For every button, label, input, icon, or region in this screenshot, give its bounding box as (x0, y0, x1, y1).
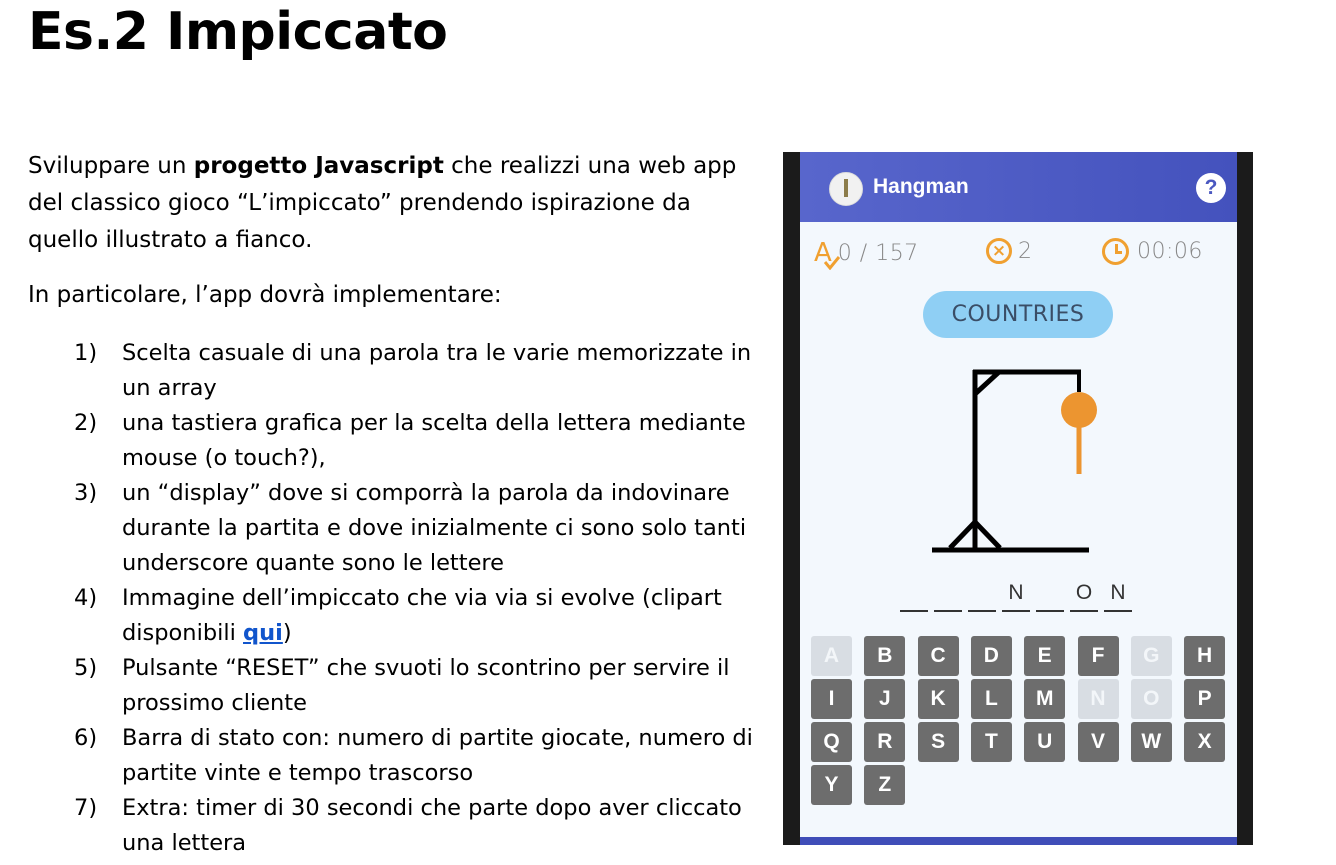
key-w[interactable]: W (1130, 722, 1172, 762)
list-text: Scelta casuale di una parola tra le vari… (122, 340, 752, 401)
page-title: Es.2 Impiccato (28, 2, 448, 62)
errors-stat: × 2 (986, 238, 1033, 264)
key-b[interactable]: B (864, 636, 906, 676)
list-item: 4) Immagine dell’impiccato che via via si… (70, 581, 770, 651)
key-j[interactable]: J (864, 679, 906, 719)
intro-text-start: Sviluppare un (28, 153, 194, 179)
hangman-figure (1061, 392, 1097, 474)
intro-bold: progetto Javascript (193, 153, 444, 179)
key-t[interactable]: T (970, 722, 1012, 762)
letter-slot (1036, 580, 1064, 612)
clipart-link[interactable]: qui (243, 620, 283, 646)
list-number: 1) (74, 340, 98, 366)
list-text-end: ) (282, 620, 292, 646)
key-z[interactable]: Z (864, 765, 906, 805)
key-x[interactable]: X (1184, 722, 1226, 762)
list-number: 2) (74, 410, 98, 436)
score-icon: A (814, 238, 840, 270)
key-h[interactable]: H (1184, 636, 1226, 676)
key-n[interactable]: N (1077, 679, 1119, 719)
key-y[interactable]: Y (811, 765, 852, 805)
letter-slot: N (1002, 580, 1030, 612)
score-value: 0 / 157 (837, 240, 919, 266)
app-screenshot: Hangman ? A 0 / 157 × 2 00:06 COUNTRIES (783, 152, 1253, 845)
key-p[interactable]: P (1184, 679, 1226, 719)
time-value: 00:06 (1137, 239, 1203, 264)
letter-slot: N (1104, 580, 1132, 612)
list-text: Pulsante “RESET” che svuoti lo scontrino… (122, 655, 730, 716)
key-g[interactable]: G (1130, 636, 1172, 676)
list-text: Extra: timer di 30 secondi che parte dop… (122, 795, 742, 856)
category-badge: COUNTRIES (923, 291, 1113, 338)
errors-value: 2 (1018, 238, 1033, 264)
letter-slot (934, 580, 962, 612)
score-stat: A 0 / 157 (814, 238, 919, 270)
list-item: 6) Barra di stato con: numero di partite … (70, 721, 770, 791)
key-c[interactable]: C (917, 636, 959, 676)
key-l[interactable]: L (970, 679, 1012, 719)
word-display: N O N (900, 580, 1140, 612)
key-m[interactable]: M (1024, 679, 1066, 719)
key-s[interactable]: S (917, 722, 959, 762)
error-x-icon: × (986, 238, 1012, 264)
time-stat: 00:06 (1102, 238, 1203, 265)
list-text: Barra di stato con: numero di partite gi… (122, 725, 753, 786)
alarm-clock-icon (1102, 238, 1129, 265)
list-text: una tastiera grafica per la scelta della… (122, 410, 746, 471)
bottom-bar (800, 837, 1237, 845)
list-number: 5) (74, 655, 98, 681)
list-item: 1) Scelta casuale di una parola tra le va… (70, 336, 770, 406)
list-item: 5) Pulsante “RESET” che svuoti lo scontri… (70, 651, 770, 721)
key-i[interactable]: I (811, 679, 852, 719)
app-screen: Hangman ? A 0 / 157 × 2 00:06 COUNTRIES (800, 152, 1237, 845)
letter-slot (968, 580, 996, 612)
list-text: un “display” dove si comporrà la parola … (122, 480, 747, 576)
gallows-structure (932, 369, 1089, 553)
app-bar: Hangman ? (800, 152, 1237, 222)
key-u[interactable]: U (1024, 722, 1066, 762)
list-number: 4) (74, 585, 98, 611)
status-bar: A 0 / 157 × 2 00:06 (800, 234, 1237, 274)
list-number: 6) (74, 725, 98, 751)
app-logo-icon (829, 172, 863, 206)
letter-slot (900, 580, 928, 612)
intro-paragraph: Sviluppare un progetto Javascript che re… (28, 148, 768, 259)
key-d[interactable]: D (970, 636, 1012, 676)
app-title: Hangman (873, 175, 969, 198)
letter-slot: O (1070, 580, 1098, 612)
list-number: 7) (74, 795, 98, 821)
list-item: 3) un “display” dove si comporrà la parol… (70, 476, 770, 581)
key-a[interactable]: A (811, 636, 852, 676)
check-icon (824, 256, 840, 270)
key-k[interactable]: K (917, 679, 959, 719)
list-item: 2) una tastiera grafica per la scelta del… (70, 406, 770, 476)
list-number: 3) (74, 480, 98, 506)
question-icon[interactable]: ? (1196, 173, 1226, 203)
key-v[interactable]: V (1077, 722, 1119, 762)
key-f[interactable]: F (1077, 636, 1119, 676)
list-text: Immagine dell’impiccato che via via si e… (122, 585, 722, 646)
key-o[interactable]: O (1130, 679, 1172, 719)
requirements-list: 1) Scelta casuale di una parola tra le va… (70, 336, 770, 861)
key-q[interactable]: Q (811, 722, 852, 762)
requirements-heading: In particolare, l’app dovrà implementare… (28, 282, 502, 308)
gallows-drawing (932, 369, 1097, 553)
list-item: 7) Extra: timer di 30 secondi che parte d… (70, 791, 770, 861)
key-r[interactable]: R (864, 722, 906, 762)
key-e[interactable]: E (1024, 636, 1066, 676)
